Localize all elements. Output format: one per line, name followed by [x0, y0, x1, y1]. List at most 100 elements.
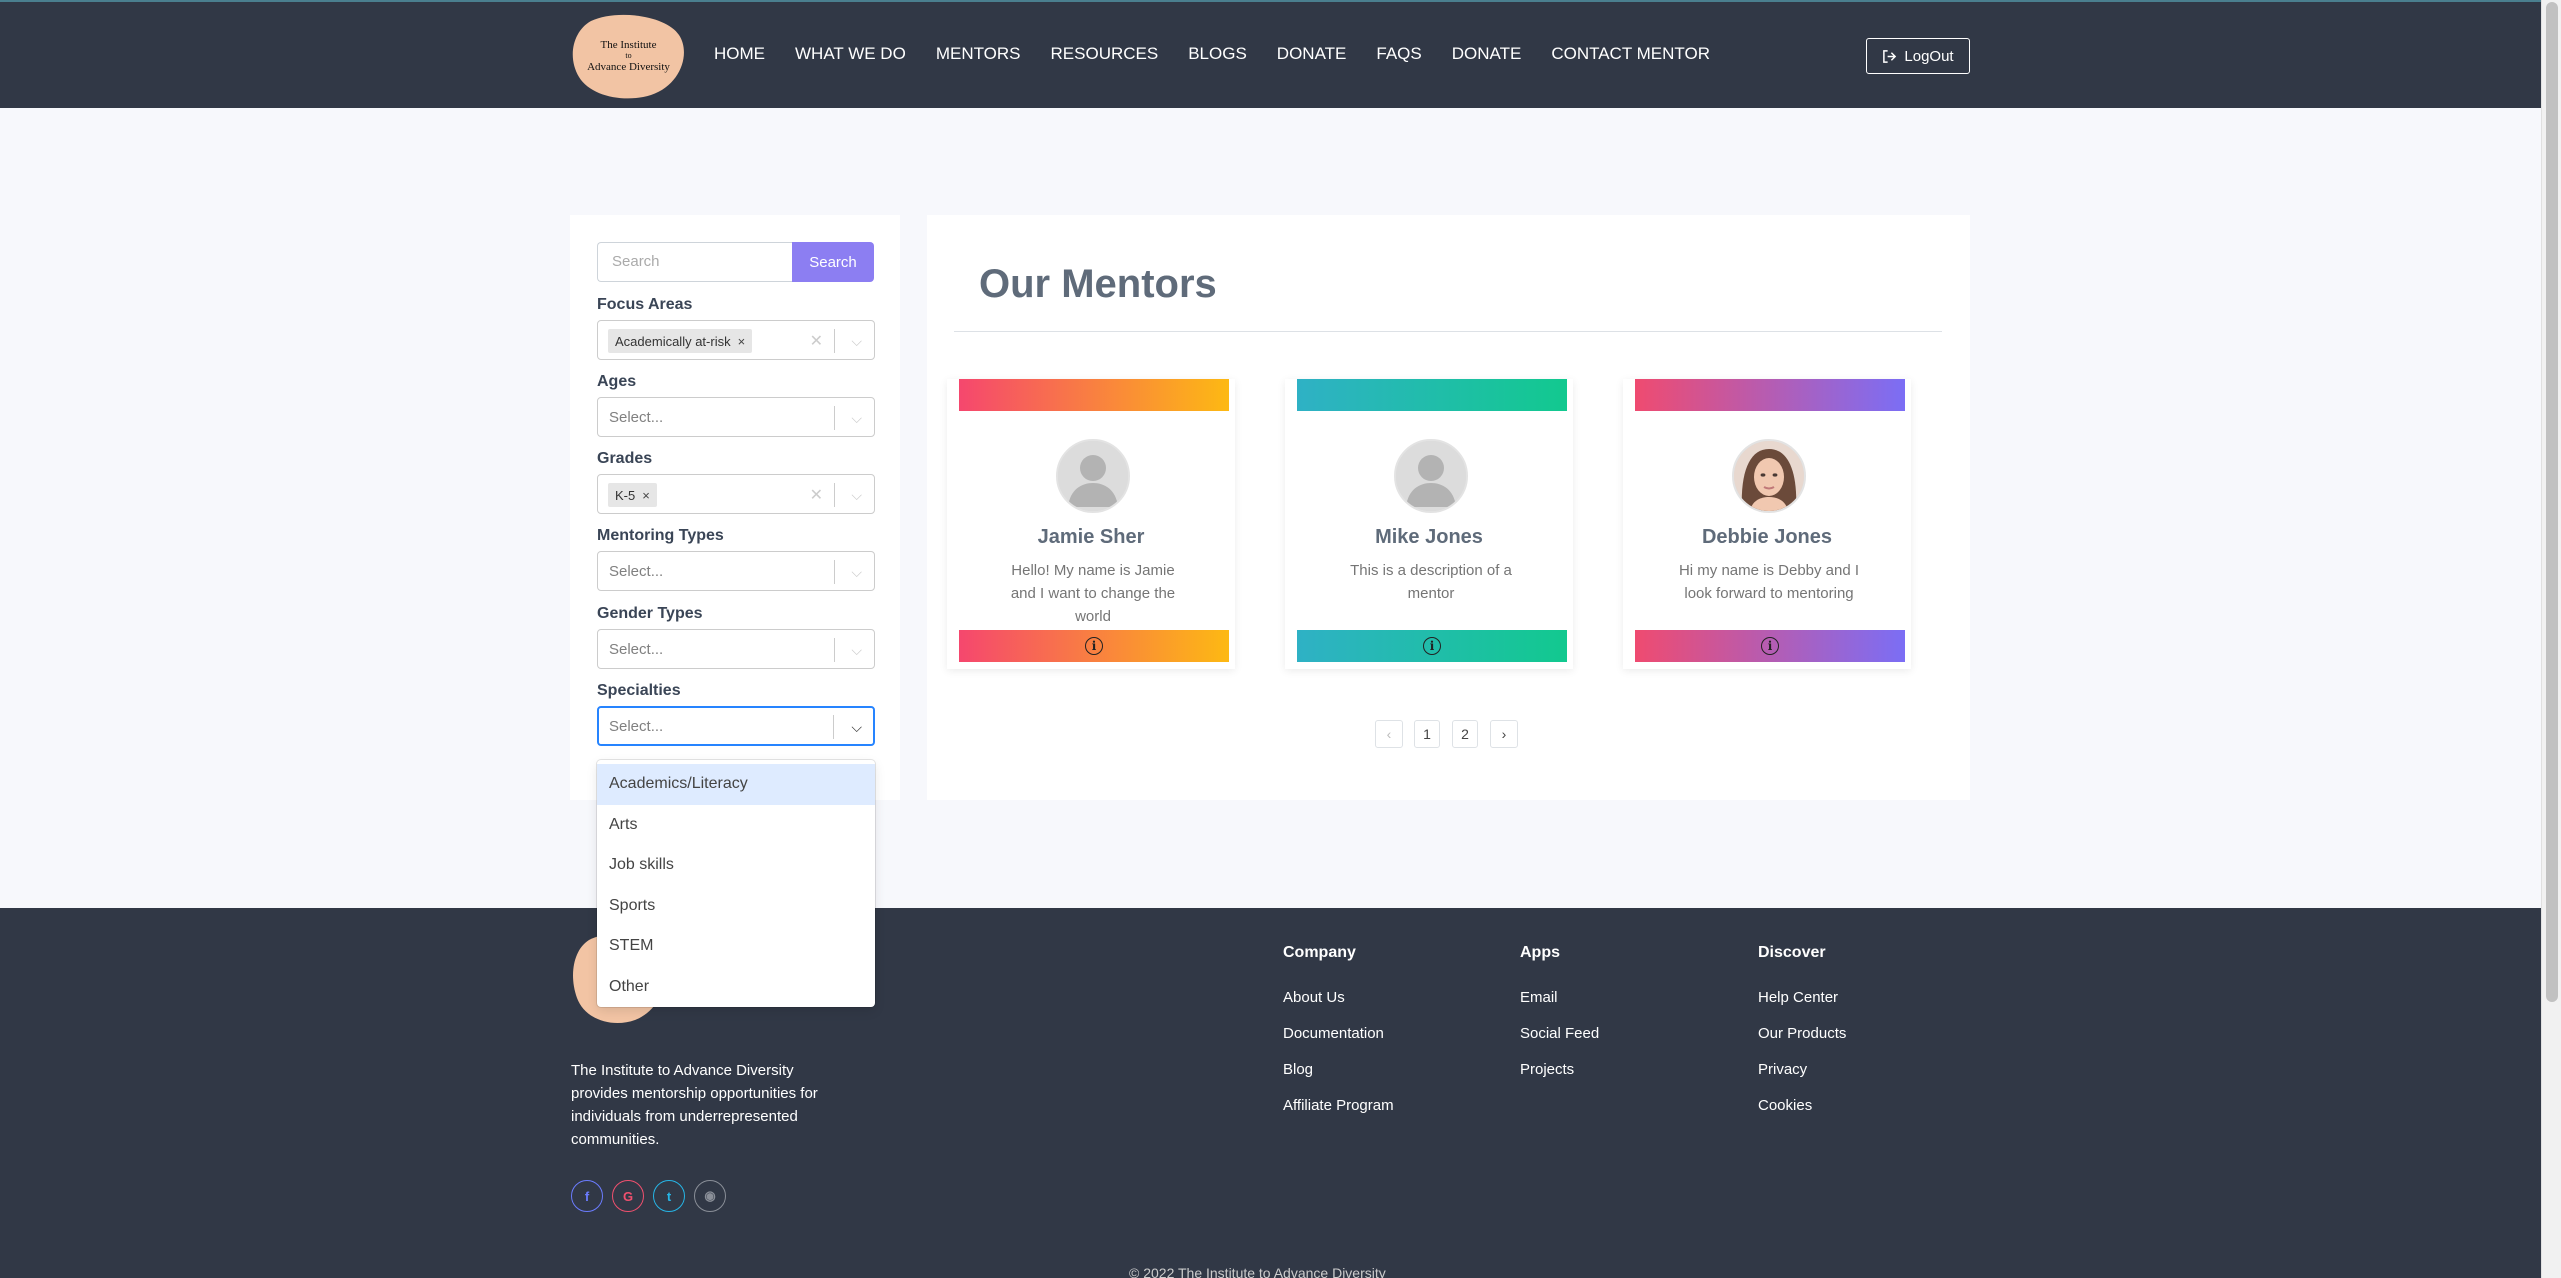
footer-link-about-us[interactable]: About Us [1283, 989, 1394, 1025]
focus-area-chip: Academically at-risk × [608, 329, 753, 353]
footer-heading: Apps [1520, 944, 1560, 961]
card-header-bar [959, 379, 1229, 411]
info-icon[interactable]: i [1085, 637, 1103, 655]
nav-blogs[interactable]: BLOGS [1188, 44, 1247, 64]
nav-donate-2[interactable]: DONATE [1452, 44, 1522, 64]
nav-contact-mentor[interactable]: CONTACT MENTOR [1551, 44, 1710, 64]
github-icon[interactable]: ◉ [694, 1180, 726, 1212]
footer-about-text: The Institute to Advance Diversity provi… [571, 1062, 818, 1148]
footer-link-blog[interactable]: Blog [1283, 1061, 1394, 1097]
search-input[interactable]: Search [597, 242, 792, 282]
mentor-card[interactable]: Jamie Sher Hello! My name is Jamie and I… [947, 379, 1235, 669]
nav-faqs[interactable]: FAQS [1376, 44, 1421, 64]
filter-panel: Search Search Focus Areas Academically a… [570, 215, 900, 800]
footer-link-our-products[interactable]: Our Products [1758, 1025, 1846, 1061]
title-divider [954, 331, 1942, 332]
logo-line-3: Advance Diversity [587, 61, 670, 73]
pagination-next[interactable]: › [1490, 720, 1518, 748]
footer-col-discover: Discover Help Center Our Products Privac… [1758, 944, 1846, 1133]
card-info-bar[interactable]: i [959, 630, 1229, 662]
pagination-prev[interactable]: ‹ [1375, 720, 1403, 748]
gender-types-select[interactable]: Select... ⌵ [597, 629, 875, 669]
copyright: © 2022 The Institute to Advance Diversit… [1129, 1265, 1386, 1278]
nav-resources[interactable]: RESOURCES [1051, 44, 1159, 64]
gender-types-label: Gender Types [597, 605, 703, 622]
mentor-name: Debbie Jones [1701, 526, 1833, 548]
footer-heading: Discover [1758, 944, 1826, 961]
avatar [1056, 439, 1130, 513]
footer-link-social-feed[interactable]: Social Feed [1520, 1025, 1599, 1061]
select-separator [834, 483, 835, 507]
info-icon[interactable]: i [1423, 637, 1441, 655]
chevron-down-icon[interactable]: ⌵ [851, 642, 862, 659]
footer-link-email[interactable]: Email [1520, 989, 1599, 1025]
footer-link-affiliate-program[interactable]: Affiliate Program [1283, 1097, 1394, 1133]
search-button[interactable]: Search [792, 242, 874, 282]
page-title: Our Mentors [979, 262, 1217, 306]
footer: The Institute to Advance Diversity provi… [0, 908, 2541, 1278]
ages-label: Ages [597, 373, 637, 390]
select-separator [834, 329, 835, 353]
mentor-name: Mike Jones [1375, 526, 1483, 548]
page-scrollbar[interactable] [2541, 0, 2561, 1278]
logout-button[interactable]: LogOut [1866, 38, 1970, 74]
chip-label: Academically at-risk [615, 333, 731, 349]
card-info-bar[interactable]: i [1297, 630, 1567, 662]
ages-select[interactable]: Select... ⌵ [597, 397, 875, 437]
focus-areas-label: Focus Areas [597, 296, 693, 313]
chevron-down-icon[interactable]: ⌵ [851, 333, 862, 350]
specialties-select[interactable]: Select... ⌵ [597, 706, 875, 746]
mentor-card[interactable]: Mike Jones This is a description of a me… [1285, 379, 1573, 669]
clear-icon[interactable]: ✕ [810, 331, 823, 351]
focus-areas-select[interactable]: Academically at-risk × ✕ ⌵ [597, 320, 875, 360]
card-info-bar[interactable]: i [1635, 630, 1905, 662]
grade-chip: K-5 × [608, 483, 657, 507]
info-icon[interactable]: i [1761, 637, 1779, 655]
footer-link-documentation[interactable]: Documentation [1283, 1025, 1394, 1061]
pagination-page-2[interactable]: 2 [1452, 720, 1478, 748]
social-glyph: t [666, 1188, 672, 1204]
logout-icon [1883, 49, 1897, 63]
clear-icon[interactable]: ✕ [810, 485, 823, 505]
mentor-card[interactable]: Debbie Jones Hi my name is Debby and I l… [1623, 379, 1911, 669]
remove-chip-icon[interactable]: × [635, 488, 657, 503]
option-other[interactable]: Other [597, 967, 875, 1008]
social-glyph: G [622, 1188, 634, 1204]
google-icon[interactable]: G [612, 1180, 644, 1212]
option-arts[interactable]: Arts [597, 805, 875, 846]
nav-donate[interactable]: DONATE [1277, 44, 1347, 64]
chevron-down-icon[interactable]: ⌵ [851, 410, 862, 427]
specialties-menu: Academics/Literacy Arts Job skills Sport… [597, 760, 875, 1007]
option-stem[interactable]: STEM [597, 926, 875, 967]
grades-select[interactable]: K-5 × ✕ ⌵ [597, 474, 875, 514]
footer-link-privacy[interactable]: Privacy [1758, 1061, 1846, 1097]
option-sports[interactable]: Sports [597, 886, 875, 927]
twitter-icon[interactable]: t [653, 1180, 685, 1212]
option-job-skills[interactable]: Job skills [597, 845, 875, 886]
card-header-bar [1635, 379, 1905, 411]
mentors-panel: Our Mentors Jamie Sher Hello! My name is… [927, 215, 1970, 800]
pagination-page-1[interactable]: 1 [1414, 720, 1440, 748]
default-avatar-icon [1396, 441, 1466, 511]
option-academics-literacy[interactable]: Academics/Literacy [597, 764, 875, 805]
mentor-description: Hi my name is Debby and I look forward t… [1678, 562, 1860, 602]
site-logo[interactable]: The Institute to Advance Diversity [571, 13, 686, 99]
specialties-label: Specialties [597, 682, 681, 699]
mentoring-types-select[interactable]: Select... ⌵ [597, 551, 875, 591]
chevron-down-icon[interactable]: ⌵ [851, 719, 862, 736]
nav-home[interactable]: HOME [714, 44, 765, 64]
facebook-icon[interactable]: f [571, 1180, 603, 1212]
footer-col-company: Company About Us Documentation Blog Affi… [1283, 944, 1394, 1133]
footer-link-cookies[interactable]: Cookies [1758, 1097, 1846, 1133]
scrollbar-thumb[interactable] [2546, 2, 2558, 1002]
select-separator [834, 406, 835, 430]
mentor-description: This is a description of a mentor [1350, 562, 1512, 602]
nav-what-we-do[interactable]: WHAT WE DO [795, 44, 906, 64]
mentor-description: Hello! My name is Jamie and I want to ch… [1010, 562, 1176, 625]
nav-mentors[interactable]: MENTORS [936, 44, 1021, 64]
chevron-down-icon[interactable]: ⌵ [851, 487, 862, 504]
footer-link-help-center[interactable]: Help Center [1758, 989, 1846, 1025]
chevron-down-icon[interactable]: ⌵ [851, 564, 862, 581]
footer-link-projects[interactable]: Projects [1520, 1061, 1599, 1097]
remove-chip-icon[interactable]: × [731, 334, 753, 349]
